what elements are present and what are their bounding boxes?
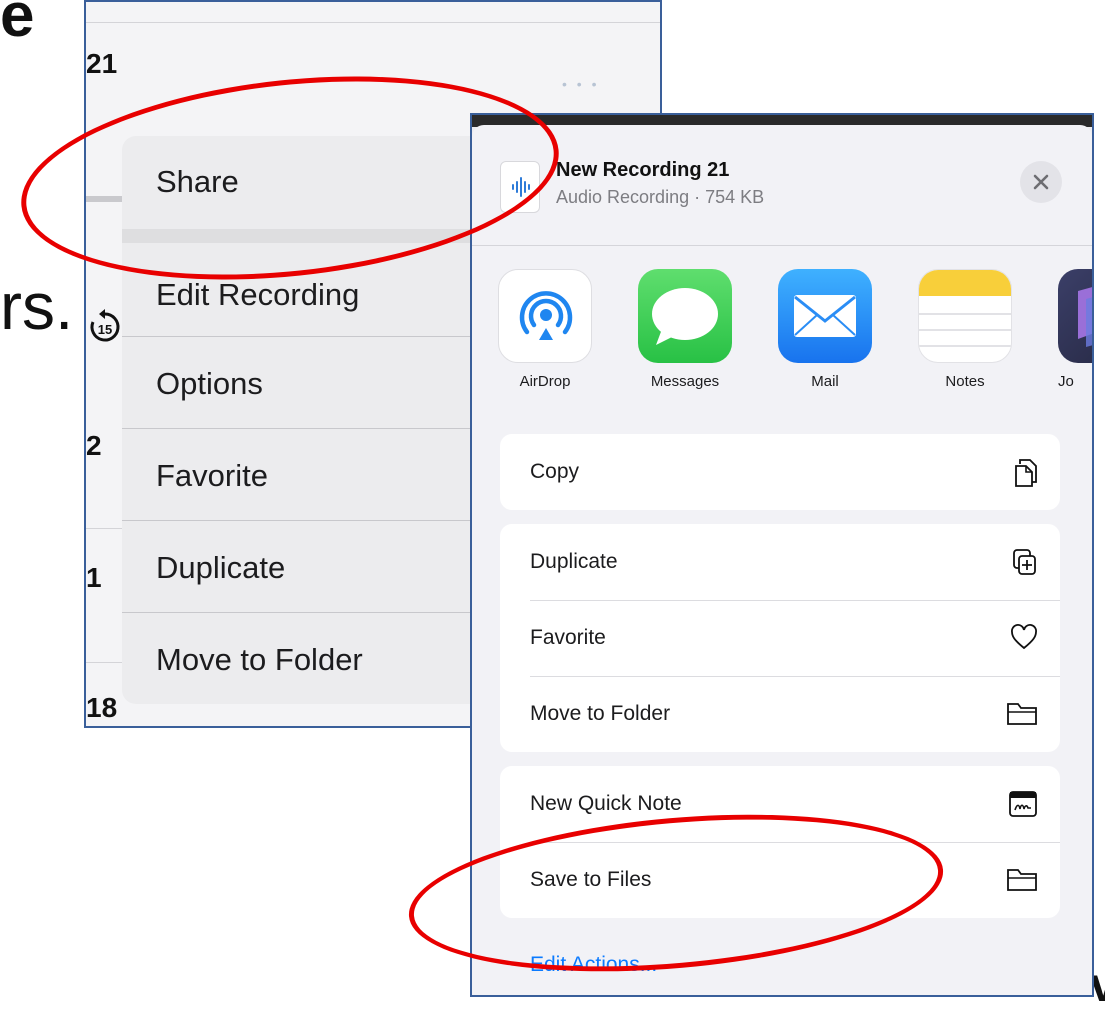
share-sheet: New Recording 21 Audio Recording · 754 K… bbox=[472, 125, 1092, 995]
menu-item-label: Options bbox=[156, 366, 263, 401]
recording-number-label: 1 bbox=[86, 562, 102, 594]
edit-actions-link[interactable]: Edit Actions... bbox=[530, 953, 657, 977]
skip-back-15-icon[interactable]: 15 bbox=[88, 308, 122, 344]
notes-icon bbox=[918, 269, 1012, 363]
action-save-to-files[interactable]: Save to Files bbox=[500, 842, 1060, 918]
action-label: New Quick Note bbox=[530, 792, 682, 815]
action-group-file: Duplicate Favorite Move to Folder bbox=[500, 524, 1060, 752]
skip-label: 15 bbox=[98, 322, 112, 337]
menu-item-label: Edit Recording bbox=[156, 277, 360, 312]
airdrop-icon bbox=[498, 269, 592, 363]
more-icon[interactable]: • • • bbox=[562, 76, 599, 92]
share-app-airdrop[interactable]: AirDrop bbox=[498, 269, 592, 390]
app-label: Messages bbox=[650, 373, 720, 390]
close-button[interactable] bbox=[1020, 161, 1062, 203]
menu-item-label: Move to Folder bbox=[156, 642, 363, 677]
app-label: Notes bbox=[945, 373, 985, 390]
menu-item-label: Duplicate bbox=[156, 550, 286, 585]
share-app-partial[interactable]: Jo bbox=[1058, 269, 1092, 390]
separator bbox=[86, 528, 126, 529]
action-label: Copy bbox=[530, 460, 580, 483]
action-group-copy: Copy bbox=[500, 434, 1060, 510]
action-label: Move to Folder bbox=[530, 702, 671, 725]
folder-icon bbox=[1006, 700, 1038, 731]
background-text-fragment: rs. bbox=[0, 269, 74, 343]
app-label: Mail bbox=[811, 373, 839, 390]
recording-number-label: 21 bbox=[86, 48, 118, 80]
action-label: Duplicate bbox=[530, 550, 618, 573]
shared-item-title: New Recording 21 bbox=[556, 159, 730, 181]
recording-number-label: 18 bbox=[86, 692, 118, 724]
quick-note-icon bbox=[1008, 790, 1038, 823]
share-app-messages[interactable]: Messages bbox=[638, 269, 732, 390]
action-duplicate[interactable]: Duplicate bbox=[500, 524, 1060, 600]
mail-icon bbox=[778, 269, 872, 363]
separator bbox=[86, 662, 126, 663]
action-move-to-folder[interactable]: Move to Folder bbox=[500, 676, 1060, 752]
app-icon bbox=[1058, 269, 1092, 363]
action-group-notes: New Quick Note Save to Files bbox=[500, 766, 1060, 918]
separator bbox=[86, 22, 660, 23]
action-label: Save to Files bbox=[530, 868, 652, 891]
folder-icon bbox=[1006, 866, 1038, 897]
heart-icon bbox=[1010, 624, 1038, 655]
close-icon bbox=[1033, 174, 1049, 190]
copy-icon bbox=[1014, 458, 1038, 493]
action-label: Favorite bbox=[530, 626, 606, 649]
share-sheet-screenshot: New Recording 21 Audio Recording · 754 K… bbox=[470, 113, 1094, 997]
scrubber-bar bbox=[86, 196, 126, 202]
app-label: AirDrop bbox=[519, 373, 571, 390]
menu-item-label: Share bbox=[156, 164, 239, 199]
share-app-mail[interactable]: Mail bbox=[778, 269, 872, 390]
action-favorite[interactable]: Favorite bbox=[500, 600, 1060, 676]
audio-file-icon bbox=[500, 161, 540, 213]
menu-item-label: Favorite bbox=[156, 458, 268, 493]
app-label: Jo bbox=[1058, 373, 1074, 390]
share-app-notes[interactable]: Notes bbox=[918, 269, 1012, 390]
separator bbox=[472, 245, 1092, 246]
messages-icon bbox=[638, 269, 732, 363]
action-copy[interactable]: Copy bbox=[500, 434, 1060, 510]
duplicate-icon bbox=[1012, 548, 1038, 581]
background-text-fragment: e bbox=[0, 0, 35, 50]
action-new-quick-note[interactable]: New Quick Note bbox=[500, 766, 1060, 842]
recording-number-label: 2 bbox=[86, 430, 102, 462]
shared-item-subtitle: Audio Recording · 754 KB bbox=[556, 187, 765, 207]
